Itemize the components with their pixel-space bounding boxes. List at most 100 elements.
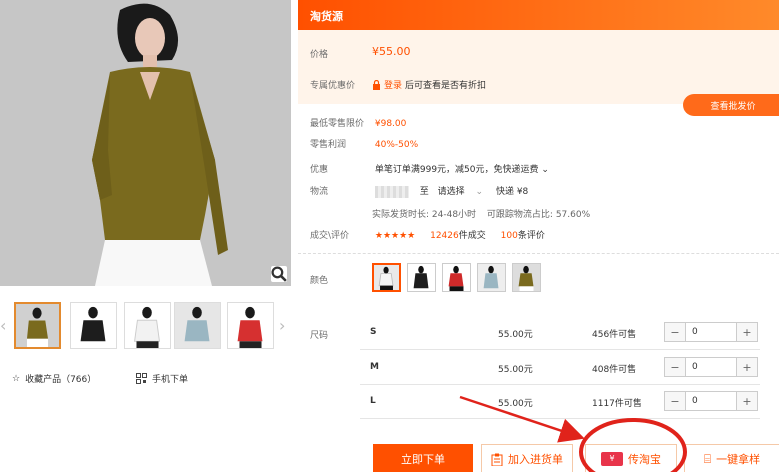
plus-icon[interactable]: + — [737, 323, 757, 341]
star-outline-icon: ☆ — [12, 373, 21, 384]
size-label: 尺码 — [310, 331, 329, 341]
view-wholesale-button[interactable]: 查看批发价 — [683, 94, 779, 116]
clipboard-icon — [491, 453, 503, 466]
get-sample-button[interactable]: ⌸ 一键拿样 — [684, 444, 779, 472]
discount-text: 单笔订单满999元，减50元，免快递运费 — [374, 165, 539, 175]
color-swatch-light-blue[interactable] — [477, 263, 506, 292]
shipping-to: 至 — [419, 187, 429, 197]
price-block: 价格 ¥55.00 专属优惠价 登录 后可查看是否有折扣 — [298, 30, 779, 104]
divider — [298, 253, 779, 254]
blurred-origin — [374, 185, 409, 198]
min-retail-row: 最低零售限价 ¥98.00 — [310, 116, 406, 129]
trace-rate: 可跟踪物流占比: 57.60% — [486, 210, 591, 220]
shipping-chevron-icon[interactable]: ⌄ — [476, 187, 484, 197]
thumbnail-white[interactable] — [124, 302, 171, 349]
mobile-order-label: 手机下单 — [152, 375, 189, 385]
reviews-count[interactable]: 100 — [501, 231, 518, 241]
quantity-input[interactable]: 0 — [685, 358, 737, 376]
price-value: ¥55.00 — [372, 45, 411, 58]
product-gallery: ‹ › ☆ 收藏产品（766） 手机下单 — [0, 0, 295, 472]
minus-icon[interactable]: − — [665, 358, 685, 376]
buy-now-label: 立即下单 — [401, 453, 445, 466]
shipping-label: 物流 — [310, 187, 329, 197]
qr-code-icon — [136, 373, 147, 384]
buy-now-button[interactable]: 立即下单 — [373, 444, 473, 472]
login-link[interactable]: 登录 — [384, 78, 402, 91]
deals-row: 成交\评价 ★★★★★ 12426件成交 100条评价 — [310, 228, 545, 241]
size-row: L 55.00元 1117件可售 − 0 + — [360, 385, 760, 419]
size-price: 55.00元 — [498, 399, 533, 409]
shipping-select[interactable]: 请选择 — [438, 187, 465, 197]
discount-label: 优惠 — [310, 165, 329, 175]
deals-unit: 件成交 — [458, 231, 486, 241]
login-hint: 登录 后可查看是否有折扣 — [372, 78, 486, 91]
gift-icon: ⌸ — [703, 451, 712, 466]
deals-count[interactable]: 12426 — [430, 231, 459, 241]
main-product-image[interactable] — [0, 0, 291, 286]
chevron-left-icon[interactable]: ‹ — [0, 316, 6, 335]
color-swatch-white[interactable] — [372, 263, 401, 292]
thumbnail-black[interactable] — [70, 302, 117, 349]
color-swatch-black[interactable] — [407, 263, 436, 292]
chevron-down-icon[interactable]: ⌄ — [541, 165, 549, 175]
source-title: 淘货源 — [310, 10, 343, 23]
favorite-button[interactable]: ☆ 收藏产品（766） — [12, 372, 97, 386]
login-hint-text: 后可查看是否有折扣 — [405, 81, 487, 91]
margin-row: 零售利润 40%-50% — [310, 137, 418, 150]
add-cart-button[interactable]: 加入进货单 — [481, 444, 573, 472]
size-row: S 55.00元 456件可售 − 0 + — [360, 316, 760, 350]
deals-label: 成交\评价 — [310, 231, 350, 241]
shipping-fee: 快递 ¥8 — [495, 187, 529, 197]
size-name: L — [370, 396, 376, 406]
plus-icon[interactable]: + — [737, 358, 757, 376]
mobile-order-button[interactable]: 手机下单 — [136, 372, 188, 385]
margin-label: 零售利润 — [310, 140, 347, 150]
push-taobao-button[interactable]: ¥ 传淘宝 — [585, 444, 677, 472]
size-available: 1117件可售 — [592, 399, 642, 409]
thumbnail-red[interactable] — [227, 302, 274, 349]
min-retail-value: ¥98.00 — [374, 119, 407, 129]
size-name: M — [370, 362, 379, 372]
thumbnail-strip: ‹ › — [0, 298, 295, 354]
reviews-unit: 条评价 — [517, 231, 545, 241]
quantity-input[interactable]: 0 — [685, 323, 737, 341]
color-label: 颜色 — [310, 276, 329, 286]
quantity-stepper: − 0 + — [664, 391, 758, 411]
size-name: S — [370, 327, 377, 337]
price-label: 价格 — [310, 50, 329, 60]
quantity-stepper: − 0 + — [664, 357, 758, 377]
shipping-row: 物流 至 请选择 ⌄ 快递 ¥8 — [310, 184, 528, 198]
size-available: 408件可售 — [592, 365, 637, 375]
margin-value: 40%-50% — [374, 140, 419, 150]
add-cart-label: 加入进货单 — [508, 453, 563, 466]
size-row: M 55.00元 408件可售 − 0 + — [360, 351, 760, 385]
product-detail-panel: 淘货源 价格 ¥55.00 专属优惠价 登录 后可查看是否有折扣 查看批发价 最… — [298, 0, 779, 472]
minus-icon[interactable]: − — [665, 323, 685, 341]
quantity-stepper: − 0 + — [664, 322, 758, 342]
thumbnail-olive[interactable] — [14, 302, 61, 349]
color-swatch-olive[interactable] — [512, 263, 541, 292]
zoom-icon[interactable] — [271, 266, 287, 282]
promo-label: 专属优惠价 — [310, 81, 356, 91]
color-swatch-red[interactable] — [442, 263, 471, 292]
quantity-input[interactable]: 0 — [685, 392, 737, 410]
minus-icon[interactable]: − — [665, 392, 685, 410]
discount-row: 优惠 单笔订单满999元，减50元，免快递运费 ⌄ — [310, 162, 549, 175]
size-price: 55.00元 — [498, 365, 533, 375]
yen-ticket-icon: ¥ — [601, 452, 623, 466]
push-taobao-label: 传淘宝 — [628, 453, 661, 466]
chevron-right-icon[interactable]: › — [279, 316, 285, 335]
plus-icon[interactable]: + — [737, 392, 757, 410]
get-sample-label: 一键拿样 — [716, 453, 761, 466]
min-retail-label: 最低零售限价 — [310, 119, 365, 129]
gallery-tools: ☆ 收藏产品（766） 手机下单 — [12, 372, 272, 388]
source-header: 淘货源 — [298, 0, 779, 30]
favorite-label: 收藏产品（766） — [25, 375, 97, 385]
rating-stars-icon: ★★★★★ — [374, 231, 416, 241]
delivery-row: 实际发货时长: 24-48小时 可跟踪物流占比: 57.60% — [372, 207, 590, 220]
size-price: 55.00元 — [498, 330, 533, 340]
delivery-time: 实际发货时长: 24-48小时 — [372, 210, 477, 220]
thumbnail-light-blue[interactable] — [174, 302, 221, 349]
size-available: 456件可售 — [592, 330, 637, 340]
lock-icon — [373, 79, 380, 90]
